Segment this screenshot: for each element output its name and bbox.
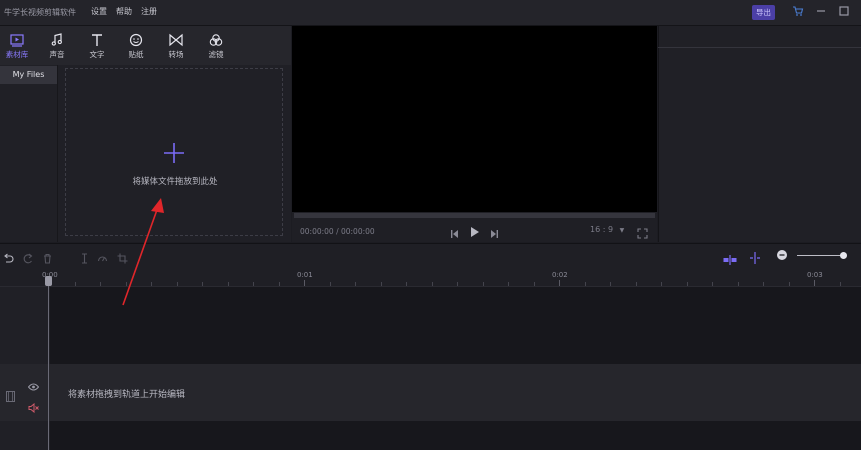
- track-header: [0, 421, 51, 450]
- ruler-tick: [789, 282, 790, 286]
- cart-icon[interactable]: [791, 5, 805, 19]
- maximize-icon[interactable]: [837, 5, 851, 19]
- delete-icon[interactable]: [42, 249, 53, 268]
- ruler-tick: [534, 282, 535, 286]
- playback-progress-bar[interactable]: [294, 213, 655, 218]
- ruler-tick: [814, 280, 815, 286]
- ruler-tick: [763, 282, 764, 286]
- ruler-tick: [381, 282, 382, 286]
- menu-settings[interactable]: 设置: [91, 6, 107, 17]
- music-note-icon: [49, 32, 65, 46]
- aspect-ratio-select[interactable]: 16 : 9 ▼: [590, 225, 624, 234]
- audio-track[interactable]: [50, 421, 861, 450]
- film-strip-icon: [6, 387, 15, 406]
- media-sidebar: [0, 65, 58, 242]
- ruler-tick: [585, 282, 586, 286]
- ruler-tick: [406, 282, 407, 286]
- tab-label: 素材库: [5, 50, 29, 59]
- tab-media-library[interactable]: 素材库: [0, 26, 34, 65]
- zoom-slider-handle[interactable]: [840, 252, 847, 259]
- tab-audio[interactable]: 声音: [40, 26, 74, 65]
- zoom-slider-track[interactable]: [797, 255, 843, 256]
- ruler-tick: [177, 282, 178, 286]
- app-title: 牛学长视频剪辑软件: [4, 8, 76, 17]
- ruler-tick: [304, 280, 305, 286]
- next-frame-icon[interactable]: [488, 224, 499, 243]
- main-track-hint: 将素材拖拽到轨道上开始编辑: [68, 390, 186, 400]
- ruler-tick: [457, 282, 458, 286]
- properties-panel: [658, 26, 861, 242]
- minimize-icon[interactable]: [814, 5, 828, 19]
- tool-tabs: 素材库 声音 文字 贴纸 转场 滤镜: [0, 26, 291, 65]
- tab-filter[interactable]: 滤镜: [199, 26, 233, 65]
- ruler-tick: [636, 282, 637, 286]
- ruler-tick: [712, 282, 713, 286]
- ruler-tick: [279, 282, 280, 286]
- ruler-tick: [661, 282, 662, 286]
- ruler-tick: [432, 282, 433, 286]
- ruler-tick: [840, 282, 841, 286]
- speed-icon[interactable]: [97, 249, 108, 268]
- filter-icon: [208, 32, 224, 46]
- ruler-tick: [355, 282, 356, 286]
- ruler-tick: [253, 282, 254, 286]
- tab-label: 文字: [89, 50, 105, 59]
- transition-icon: [168, 32, 184, 47]
- tab-label: 滤镜: [208, 50, 224, 59]
- timecode: 00:00:00 / 00:00:00: [300, 227, 375, 236]
- tab-text[interactable]: 文字: [80, 26, 114, 65]
- tab-label: 贴纸: [128, 50, 144, 59]
- ruler-tick: [100, 282, 101, 286]
- ruler-tick: [738, 282, 739, 286]
- play-icon[interactable]: [469, 223, 480, 242]
- tab-sticker[interactable]: 贴纸: [119, 26, 153, 65]
- fullscreen-icon[interactable]: [637, 224, 648, 243]
- properties-header: [658, 26, 861, 48]
- tab-transition[interactable]: 转场: [159, 26, 193, 65]
- playhead-handle[interactable]: [45, 276, 52, 286]
- menu-register[interactable]: 注册: [141, 6, 157, 17]
- menu-help[interactable]: 帮助: [116, 6, 132, 17]
- media-library-icon: [9, 32, 25, 47]
- ruler-label: 0:03: [807, 271, 823, 279]
- video-preview[interactable]: [292, 26, 657, 212]
- tab-label: 声音: [49, 50, 65, 59]
- track-header: [0, 287, 51, 364]
- aspect-ratio-value: 16 : 9: [590, 225, 614, 234]
- ruler-tick: [559, 280, 560, 286]
- sticker-icon: [128, 32, 144, 47]
- ruler-tick: [228, 282, 229, 286]
- zoom-out-icon[interactable]: [777, 250, 787, 260]
- split-icon[interactable]: [79, 249, 90, 268]
- ruler-tick: [483, 282, 484, 286]
- ruler-label: 0:01: [297, 271, 313, 279]
- previous-frame-icon[interactable]: [450, 224, 461, 243]
- chevron-down-icon: ▼: [619, 227, 625, 234]
- add-media-plus-icon[interactable]: [163, 142, 185, 164]
- annotation-arrow: [122, 198, 164, 306]
- ruler-tick: [202, 282, 203, 286]
- text-icon: [89, 32, 105, 46]
- mute-speaker-icon[interactable]: [28, 398, 39, 417]
- redo-icon[interactable]: [23, 249, 34, 268]
- ruler-tick: [508, 282, 509, 286]
- ruler-label: 0:02: [552, 271, 568, 279]
- export-button[interactable]: 导出: [752, 5, 775, 20]
- sidebar-item-my-files[interactable]: My Files: [0, 66, 57, 84]
- undo-icon[interactable]: [3, 249, 14, 268]
- ruler-tick: [610, 282, 611, 286]
- split-marker-icon[interactable]: [749, 249, 761, 268]
- playhead-line[interactable]: [48, 278, 49, 450]
- dropzone-hint: 将媒体文件拖放到此处: [132, 177, 218, 187]
- ruler-tick: [75, 282, 76, 286]
- tab-label: 转场: [168, 50, 184, 59]
- ruler-tick: [687, 282, 688, 286]
- ruler-tick: [330, 282, 331, 286]
- visibility-eye-icon[interactable]: [27, 376, 40, 395]
